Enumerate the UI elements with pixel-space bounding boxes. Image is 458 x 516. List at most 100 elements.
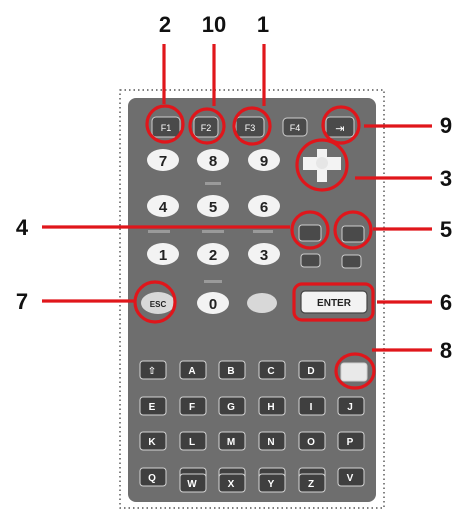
key-m-label: M xyxy=(227,437,235,448)
key-e[interactable]: E xyxy=(139,396,167,416)
key-8[interactable]: 8 xyxy=(197,149,229,171)
key-x-label: X xyxy=(228,479,235,490)
key-o-label: O xyxy=(307,437,315,448)
key-g-label: G xyxy=(227,402,235,413)
key-y[interactable]: Y xyxy=(258,473,286,493)
key-w-label: W xyxy=(187,479,197,490)
key-f2[interactable]: F2 xyxy=(193,116,219,138)
key-legend-mark xyxy=(204,280,222,283)
key-tab[interactable]: ⇥ xyxy=(325,116,355,138)
key-8-label: 8 xyxy=(209,153,217,170)
callout-7-number: 7 xyxy=(16,289,28,314)
keypad-diagram: F1 F2 F3 F4 ⇥ 7 8 9 4 5 6 1 2 3 0 ESC EN… xyxy=(16,12,452,509)
key-6-label: 6 xyxy=(260,199,268,216)
key-4-label: 4 xyxy=(159,199,168,216)
key-l[interactable]: L xyxy=(179,431,207,451)
key-j-label: J xyxy=(347,402,353,413)
key-g[interactable]: G xyxy=(218,396,246,416)
key-esc[interactable]: ESC xyxy=(141,292,175,314)
key-shift[interactable]: ⇧ xyxy=(139,360,167,380)
key-0[interactable]: 0 xyxy=(197,292,229,314)
key-j[interactable]: J xyxy=(337,396,365,416)
key-legend-mark xyxy=(202,230,224,233)
key-a[interactable]: A xyxy=(179,360,207,380)
key-9[interactable]: 9 xyxy=(248,149,280,171)
key-0-label: 0 xyxy=(209,296,217,313)
key-m[interactable]: M xyxy=(218,431,246,451)
key-enter[interactable]: ENTER xyxy=(300,290,368,314)
key-q[interactable]: Q xyxy=(139,467,167,487)
key-5[interactable]: 5 xyxy=(197,195,229,217)
key-alt[interactable] xyxy=(341,254,362,269)
callout-4-number: 4 xyxy=(16,215,29,240)
key-b-label: B xyxy=(227,366,234,377)
key-6[interactable]: 6 xyxy=(248,195,280,217)
key-7[interactable]: 7 xyxy=(147,149,179,171)
callout-6-number: 6 xyxy=(440,290,452,315)
key-f2-label: F2 xyxy=(201,123,212,133)
key-k-label: K xyxy=(148,437,156,448)
key-legend-mark xyxy=(205,182,221,185)
key-5-label: 5 xyxy=(209,199,217,216)
key-c[interactable]: C xyxy=(258,360,286,380)
key-l-label: L xyxy=(189,437,195,448)
key-n[interactable]: N xyxy=(258,431,286,451)
callout-3-number: 3 xyxy=(440,166,452,191)
key-enter-label: ENTER xyxy=(317,298,352,309)
key-2-label: 2 xyxy=(209,247,217,264)
key-4[interactable]: 4 xyxy=(147,195,179,217)
key-f1-label: F1 xyxy=(161,123,172,133)
key-f3[interactable]: F3 xyxy=(235,116,265,138)
key-backspace[interactable] xyxy=(341,225,365,243)
key-esc-label: ESC xyxy=(150,300,167,309)
key-f[interactable]: F xyxy=(179,396,207,416)
key-2[interactable]: 2 xyxy=(197,243,229,265)
key-f-label: F xyxy=(189,402,195,413)
key-shift-alpha[interactable] xyxy=(300,253,321,268)
key-v[interactable]: V xyxy=(337,467,365,487)
key-1[interactable]: 1 xyxy=(147,243,179,265)
key-v-label: V xyxy=(347,473,354,484)
key-i-label: I xyxy=(310,402,313,413)
key-k[interactable]: K xyxy=(139,431,167,451)
key-d[interactable]: D xyxy=(298,360,326,380)
key-i[interactable]: I xyxy=(298,396,326,416)
key-shift-label: ⇧ xyxy=(148,366,156,377)
key-x[interactable]: X xyxy=(218,473,246,493)
key-q-label: Q xyxy=(148,473,156,484)
key-z-label: Z xyxy=(308,479,314,490)
key-z[interactable]: Z xyxy=(298,473,326,493)
key-f4-label: F4 xyxy=(290,123,301,133)
key-1-label: 1 xyxy=(159,247,167,264)
key-e-label: E xyxy=(149,402,156,413)
key-f4[interactable]: F4 xyxy=(282,117,308,137)
key-dot[interactable] xyxy=(247,293,277,313)
key-7-label: 7 xyxy=(159,153,167,170)
callout-10-number: 10 xyxy=(202,12,226,37)
callout-2-number: 2 xyxy=(159,12,171,37)
callout-9-number: 9 xyxy=(440,113,452,138)
key-c-label: C xyxy=(267,366,274,377)
key-f1[interactable]: F1 xyxy=(151,116,181,138)
key-p-label: P xyxy=(347,437,354,448)
key-y-label: Y xyxy=(268,479,275,490)
key-blank[interactable] xyxy=(340,362,368,382)
tab-icon: ⇥ xyxy=(335,123,344,135)
key-3[interactable]: 3 xyxy=(248,243,280,265)
callout-1-number: 1 xyxy=(257,12,269,37)
key-p[interactable]: P xyxy=(337,431,365,451)
key-clear[interactable] xyxy=(298,224,322,242)
key-d-label: D xyxy=(307,366,314,377)
key-h-label: H xyxy=(267,402,274,413)
callout-8-number: 8 xyxy=(440,338,452,363)
key-legend-mark xyxy=(148,230,170,233)
key-w[interactable]: W xyxy=(179,473,207,493)
key-a-label: A xyxy=(188,366,195,377)
key-b[interactable]: B xyxy=(218,360,246,380)
key-h[interactable]: H xyxy=(258,396,286,416)
key-f3-label: F3 xyxy=(245,123,256,133)
key-o[interactable]: O xyxy=(298,431,326,451)
callout-5-number: 5 xyxy=(440,217,452,242)
key-3-label: 3 xyxy=(260,247,268,264)
key-9-label: 9 xyxy=(260,153,268,170)
